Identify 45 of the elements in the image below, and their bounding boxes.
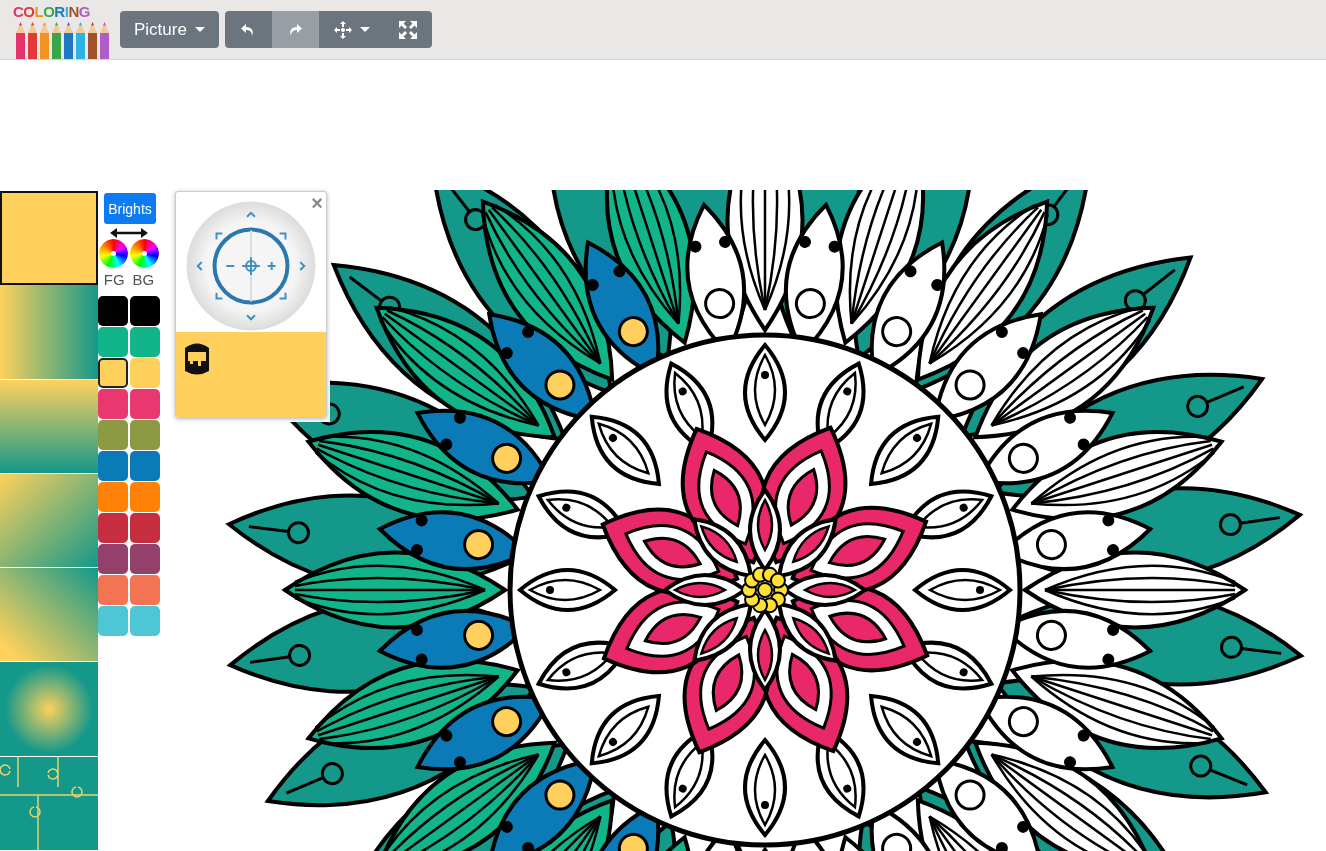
diagonal-up-fill-swatch[interactable] bbox=[0, 568, 98, 663]
solid-fill-swatch[interactable] bbox=[0, 191, 98, 286]
bg-color-swatch[interactable] bbox=[130, 513, 160, 543]
fg-color-swatch[interactable] bbox=[98, 482, 128, 512]
bg-color-swatch[interactable] bbox=[130, 544, 160, 574]
undo-button[interactable] bbox=[224, 11, 272, 48]
bg-color-swatch[interactable] bbox=[130, 575, 160, 605]
fg-label: FG bbox=[103, 271, 125, 288]
fg-color-wheel-icon[interactable] bbox=[99, 239, 128, 268]
bg-color-swatch[interactable] bbox=[130, 358, 160, 388]
bg-label: BG bbox=[132, 271, 155, 288]
swap-arrow-icon[interactable] bbox=[109, 227, 149, 239]
fg-color-swatch[interactable] bbox=[98, 606, 128, 636]
bg-color-swatch[interactable] bbox=[130, 296, 160, 326]
bg-color-swatch[interactable] bbox=[130, 389, 160, 419]
fg-color-swatch[interactable] bbox=[98, 327, 128, 357]
fullscreen-icon bbox=[399, 20, 418, 39]
picture-menu-button[interactable]: Picture bbox=[120, 11, 219, 48]
bg-color-swatch[interactable] bbox=[130, 451, 160, 481]
diagonal-fill-swatch[interactable] bbox=[0, 473, 98, 569]
move-icon bbox=[333, 20, 352, 39]
bg-color-swatch[interactable] bbox=[130, 420, 160, 450]
fg-color-swatch[interactable] bbox=[98, 296, 128, 326]
move-button[interactable] bbox=[318, 11, 385, 48]
horizontal-fill-swatch[interactable] bbox=[0, 285, 98, 380]
fg-color-swatch[interactable] bbox=[98, 451, 128, 481]
vertical-fill-swatch[interactable] bbox=[0, 379, 98, 474]
bg-color-swatch[interactable] bbox=[130, 606, 160, 636]
logo-text: COLORING bbox=[12, 3, 90, 19]
close-button[interactable]: × bbox=[311, 193, 323, 213]
fg-color-swatch[interactable] bbox=[98, 544, 128, 574]
bg-color-swatch[interactable] bbox=[130, 482, 160, 512]
palette-button[interactable]: Brights bbox=[104, 193, 156, 224]
fg-color-swatch[interactable] bbox=[98, 358, 128, 388]
fg-color-swatch[interactable] bbox=[98, 513, 128, 543]
fg-color-swatch[interactable] bbox=[98, 389, 128, 419]
caret-icon bbox=[359, 27, 370, 32]
bg-color-swatch[interactable] bbox=[130, 327, 160, 357]
fg-color-swatch[interactable] bbox=[98, 420, 128, 450]
bg-color-wheel-icon[interactable] bbox=[130, 239, 159, 268]
radial-fill-swatch[interactable] bbox=[0, 662, 98, 757]
caret-icon bbox=[194, 27, 205, 32]
fg-color-swatch[interactable] bbox=[98, 575, 128, 605]
puzzle-fill-swatch[interactable] bbox=[0, 756, 98, 851]
fullscreen-button[interactable] bbox=[384, 11, 432, 48]
